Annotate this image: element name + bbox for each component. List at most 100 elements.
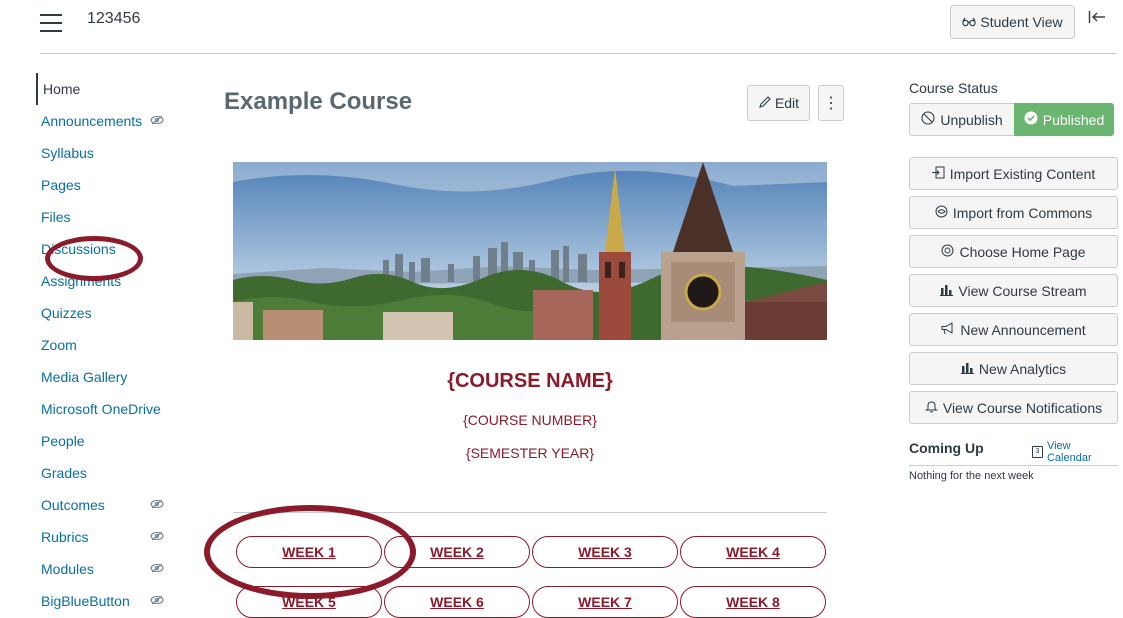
view-course-stream-button[interactable]: View Course Stream xyxy=(909,274,1118,307)
nothing-upcoming-text: Nothing for the next week xyxy=(909,470,1034,482)
new-announcement-button[interactable]: New Announcement xyxy=(909,313,1118,346)
home-page-icon xyxy=(941,244,954,260)
course-banner-image xyxy=(233,162,827,340)
week-3-button[interactable]: WEEK 3 xyxy=(532,536,678,568)
coming-up-heading: Coming Up xyxy=(909,440,984,456)
no-entry-icon xyxy=(921,111,935,128)
bell-icon xyxy=(924,400,939,416)
edit-button[interactable]: Edit xyxy=(747,85,810,121)
new-analytics-button[interactable]: New Analytics xyxy=(909,352,1118,385)
published-label: Published xyxy=(1042,111,1105,128)
nav-item-home[interactable]: Home xyxy=(36,73,186,105)
student-view-label: Student View xyxy=(980,14,1063,30)
nav-item-label: Rubrics xyxy=(41,529,89,545)
analytics-icon xyxy=(960,361,974,377)
nav-item-label: Syllabus xyxy=(41,145,94,161)
hamburger-menu-icon[interactable] xyxy=(40,14,62,32)
nav-item-syllabus[interactable]: Syllabus xyxy=(36,137,186,169)
nav-item-label: Microsoft OneDrive xyxy=(41,401,161,417)
import-existing-content-button[interactable]: Import Existing Content xyxy=(909,157,1118,190)
nav-item-pages[interactable]: Pages xyxy=(36,169,186,201)
calendar-icon: 3 xyxy=(1032,446,1043,458)
content-divider xyxy=(233,512,827,513)
nav-item-label: Outcomes xyxy=(41,497,105,513)
nav-item-label: Files xyxy=(41,209,71,225)
button-label: New Analytics xyxy=(978,360,1067,377)
nav-item-modules[interactable]: Modules xyxy=(36,553,186,585)
button-label: Import Existing Content xyxy=(949,165,1096,182)
nav-item-label: Announcements xyxy=(41,113,143,129)
hidden-eye-icon xyxy=(150,498,164,512)
nav-item-label: BigBlueButton xyxy=(41,593,130,609)
week-6-button[interactable]: WEEK 6 xyxy=(384,586,530,618)
nav-item-discussions[interactable]: Discussions xyxy=(36,233,186,265)
semester-year-text: {SEMESTER YEAR} xyxy=(465,445,595,461)
nav-item-label: Zoom xyxy=(41,337,77,353)
checkmark-circle-icon xyxy=(1024,111,1038,128)
pencil-icon xyxy=(758,95,772,112)
glasses-icon xyxy=(962,14,977,30)
nav-item-label: Home xyxy=(43,81,81,97)
megaphone-icon xyxy=(941,321,955,338)
nav-item-label: Discussions xyxy=(41,241,116,257)
week-5-button[interactable]: WEEK 5 xyxy=(236,586,382,618)
nav-item-outcomes[interactable]: Outcomes xyxy=(36,489,186,521)
nav-item-label: People xyxy=(41,433,85,449)
hidden-eye-icon xyxy=(150,594,164,608)
week-2-button[interactable]: WEEK 2 xyxy=(384,536,530,568)
nav-item-label: Pages xyxy=(41,177,81,193)
view-calendar-link[interactable]: 3 View Calendar xyxy=(1032,440,1118,464)
button-label: New Announcement xyxy=(960,321,1086,338)
nav-item-media-gallery[interactable]: Media Gallery xyxy=(36,361,186,393)
course-code[interactable]: 123456 xyxy=(87,10,140,28)
nav-item-announcements[interactable]: Announcements xyxy=(36,105,186,137)
view-calendar-label: View Calendar xyxy=(1046,440,1092,464)
button-label: Import from Commons xyxy=(952,204,1093,221)
hidden-eye-icon xyxy=(150,530,164,544)
top-bar: 123456 Student View xyxy=(0,0,1123,54)
button-label: View Course Stream xyxy=(958,282,1087,299)
unpublish-button[interactable]: Unpublish xyxy=(909,103,1014,136)
nav-item-files[interactable]: Files xyxy=(36,201,186,233)
week-4-button[interactable]: WEEK 4 xyxy=(680,536,826,568)
nav-item-microsoft-onedrive[interactable]: Microsoft OneDrive xyxy=(36,393,186,425)
page-title: Example Course xyxy=(224,88,413,115)
import-icon xyxy=(931,166,945,182)
hidden-eye-icon xyxy=(150,562,164,576)
course-number-text: {COURSE NUMBER} xyxy=(463,412,597,428)
nav-item-assignments[interactable]: Assignments xyxy=(36,265,186,297)
nav-item-rubrics[interactable]: Rubrics xyxy=(36,521,186,553)
nav-item-quizzes[interactable]: Quizzes xyxy=(36,297,186,329)
nav-item-zoom[interactable]: Zoom xyxy=(36,329,186,361)
week-1-button[interactable]: WEEK 1 xyxy=(236,536,382,568)
nav-item-label: Assignments xyxy=(41,273,122,289)
course-navigation: Home Announcements Syllabus Pages Files … xyxy=(36,73,186,617)
more-options-button[interactable]: ⋮ xyxy=(818,85,844,121)
nav-item-grades[interactable]: Grades xyxy=(36,457,186,489)
coming-up-divider xyxy=(909,465,1118,466)
nav-item-people[interactable]: People xyxy=(36,425,186,457)
nav-item-label: Modules xyxy=(41,561,94,577)
nav-item-label: Grades xyxy=(41,465,87,481)
hidden-eye-icon xyxy=(150,114,164,128)
published-button[interactable]: Published xyxy=(1014,103,1114,136)
button-label: View Course Notifications xyxy=(942,399,1103,416)
nav-item-bigbluebutton[interactable]: BigBlueButton xyxy=(36,585,186,617)
course-name-heading: {COURSE NAME} xyxy=(447,370,613,392)
student-view-button[interactable]: Student View xyxy=(950,5,1075,39)
week-7-button[interactable]: WEEK 7 xyxy=(532,586,678,618)
week-8-button[interactable]: WEEK 8 xyxy=(680,586,826,618)
button-label: Choose Home Page xyxy=(959,243,1086,260)
nav-item-label: Quizzes xyxy=(41,305,92,321)
import-from-commons-button[interactable]: Import from Commons xyxy=(909,196,1118,229)
choose-home-page-button[interactable]: Choose Home Page xyxy=(909,235,1118,268)
collapse-sidebar-icon[interactable] xyxy=(1088,10,1106,29)
stream-icon xyxy=(940,283,954,299)
top-divider xyxy=(40,53,1117,54)
commons-icon xyxy=(935,205,948,221)
course-status-title: Course Status xyxy=(909,80,998,96)
nav-item-label: Media Gallery xyxy=(41,369,128,385)
view-course-notifications-button[interactable]: View Course Notifications xyxy=(909,391,1118,424)
edit-label: Edit xyxy=(774,95,800,111)
unpublish-label: Unpublish xyxy=(940,111,1003,128)
